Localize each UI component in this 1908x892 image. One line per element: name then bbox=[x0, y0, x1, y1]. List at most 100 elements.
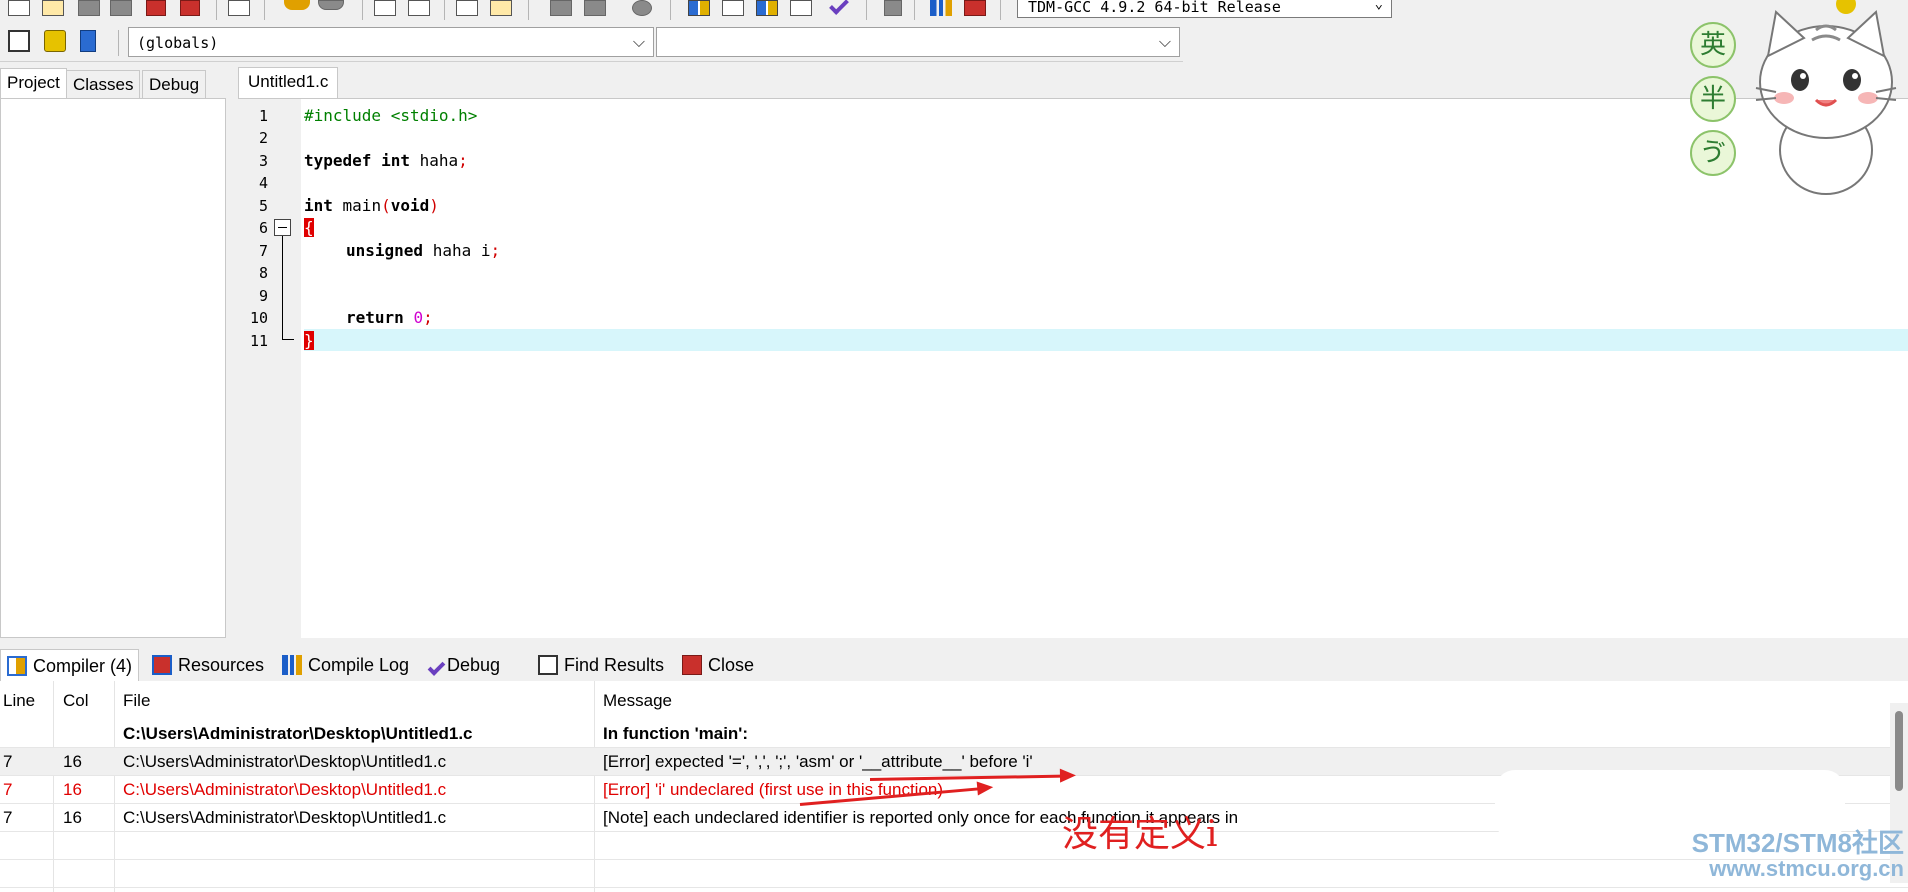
tab-debug[interactable]: Debug bbox=[142, 70, 207, 98]
code-line-10: return 0; bbox=[346, 308, 433, 327]
tab-classes[interactable]: Classes bbox=[66, 70, 141, 98]
line-number: 5 bbox=[258, 197, 268, 215]
unindent-icon[interactable] bbox=[584, 0, 606, 16]
cell-file: C:\Users\Administrator\Desktop\Untitled1… bbox=[123, 808, 447, 827]
close-icon bbox=[682, 655, 702, 675]
line-number: 8 bbox=[258, 264, 268, 282]
keyword: void bbox=[390, 196, 430, 215]
matched-brace: } bbox=[304, 331, 314, 350]
editor-tab-untitled1[interactable]: Untitled1.c bbox=[238, 67, 339, 99]
identifier: main bbox=[332, 196, 382, 215]
line-number: 1 bbox=[258, 107, 268, 125]
code-line-3: typedef int haha; bbox=[304, 151, 468, 170]
stop-icon[interactable] bbox=[884, 0, 902, 16]
cell-col: 16 bbox=[63, 780, 82, 799]
chevron-down-icon: ⌵ bbox=[1158, 32, 1171, 51]
compiler-select[interactable]: TDM-GCC 4.9.2 64-bit Release ⌄ bbox=[1017, 0, 1392, 18]
tile-icon[interactable] bbox=[756, 0, 778, 16]
layout-icon[interactable] bbox=[688, 0, 710, 16]
cell-col: 16 bbox=[63, 808, 82, 827]
profile-icon[interactable] bbox=[930, 0, 952, 16]
tab-compile-log-label: Compile Log bbox=[308, 655, 410, 675]
save-all-icon[interactable] bbox=[110, 0, 132, 16]
mascot-sticker: 英 半 ゔ bbox=[1690, 0, 1908, 200]
column-header-file[interactable]: File bbox=[123, 691, 150, 711]
cell-message: [Error] expected '=', ',', ';', 'asm' or… bbox=[603, 752, 1033, 771]
column-header-col[interactable]: Col bbox=[63, 691, 89, 711]
find-icon[interactable] bbox=[374, 0, 396, 16]
line-number: 4 bbox=[258, 174, 268, 192]
save-icon[interactable] bbox=[78, 0, 100, 16]
goto-icon[interactable] bbox=[456, 0, 478, 16]
line-number: 3 bbox=[258, 152, 268, 170]
code-editor[interactable]: 1 2 3 4 5 6 7 8 9 10 11 #include <stdio.… bbox=[238, 98, 1908, 639]
close-all-icon[interactable] bbox=[180, 0, 200, 16]
column-header-message[interactable]: Message bbox=[603, 691, 672, 711]
punctuation: ( bbox=[381, 196, 391, 215]
tab-debug-output[interactable]: Debug bbox=[426, 649, 506, 681]
project-panel[interactable] bbox=[0, 98, 226, 638]
close-file-icon[interactable] bbox=[146, 0, 166, 16]
bookmark-icon[interactable] bbox=[490, 0, 512, 16]
scrollbar-thumb[interactable] bbox=[1895, 711, 1903, 791]
indent-icon[interactable] bbox=[550, 0, 572, 16]
toggle-comment-icon[interactable] bbox=[632, 0, 652, 16]
member-select[interactable]: ⌵ bbox=[656, 27, 1180, 57]
check-icon bbox=[427, 658, 446, 676]
cell-file: C:\Users\Administrator\Desktop\Untitled1… bbox=[123, 780, 447, 799]
keyword: unsigned bbox=[346, 241, 424, 260]
check-syntax-icon[interactable] bbox=[829, 0, 849, 15]
new-file-icon[interactable] bbox=[8, 0, 30, 16]
delete-profile-icon[interactable] bbox=[964, 0, 986, 16]
site-watermark: STM32/STM8社区 www.stmcu.org.cn bbox=[1672, 830, 1904, 882]
line-number-gutter: 1 2 3 4 5 6 7 8 9 10 11 bbox=[238, 99, 301, 639]
line-number: 9 bbox=[258, 287, 268, 305]
bar-chart-icon bbox=[282, 655, 302, 675]
code-line-7: unsigned haha i; bbox=[346, 241, 500, 260]
line-number: 2 bbox=[258, 129, 268, 147]
undo-icon[interactable] bbox=[284, 0, 310, 10]
line-number: 11 bbox=[249, 332, 268, 350]
column-header-line[interactable]: Line bbox=[3, 691, 35, 711]
tab-debug-label: Debug bbox=[447, 655, 501, 675]
tab-resources-label: Resources bbox=[178, 655, 265, 675]
punctuation: ; bbox=[490, 241, 501, 260]
insert-icon[interactable] bbox=[8, 30, 30, 52]
tab-project[interactable]: Project bbox=[0, 68, 67, 98]
code-line-1: #include <stdio.h> bbox=[304, 106, 477, 125]
keyword: typedef int bbox=[304, 151, 410, 170]
fold-toggle-icon[interactable] bbox=[274, 219, 291, 236]
tab-resources[interactable]: Resources bbox=[146, 649, 270, 681]
punctuation: ; bbox=[458, 151, 468, 170]
table-row[interactable] bbox=[0, 860, 1908, 888]
table-row[interactable]: C:\Users\Administrator\Desktop\Untitled1… bbox=[0, 720, 1908, 748]
cell-message: In function 'main': bbox=[603, 724, 749, 743]
tab-compiler[interactable]: Compiler (4) bbox=[0, 649, 140, 681]
replace-icon[interactable] bbox=[408, 0, 430, 16]
fold-guide bbox=[282, 236, 283, 340]
redo-icon[interactable] bbox=[318, 0, 344, 10]
tab-find-results[interactable]: Find Results bbox=[532, 649, 670, 681]
watermark-line2: www.stmcu.org.cn bbox=[1709, 856, 1904, 881]
mascot-badge: ゔ bbox=[1690, 130, 1736, 176]
tab-compile-log[interactable]: Compile Log bbox=[276, 649, 415, 681]
punctuation: ; bbox=[423, 308, 433, 327]
resources-icon bbox=[152, 655, 172, 675]
print-icon[interactable] bbox=[228, 0, 250, 16]
find-results-icon bbox=[538, 655, 558, 675]
grid-icon[interactable] bbox=[790, 0, 812, 16]
cell-file: C:\Users\Administrator\Desktop\Untitled1… bbox=[123, 752, 447, 771]
cell-line: 7 bbox=[3, 752, 13, 771]
scope-select[interactable]: (globals) ⌵ bbox=[128, 27, 654, 57]
open-file-icon[interactable] bbox=[42, 0, 64, 16]
compiler-value: TDM-GCC 4.9.2 64-bit Release bbox=[1028, 0, 1281, 16]
window-icon[interactable] bbox=[722, 0, 744, 16]
cat-mascot-icon bbox=[1755, 0, 1897, 195]
keyword: return bbox=[346, 308, 404, 327]
add-bookmark-icon[interactable] bbox=[44, 30, 66, 52]
identifier: haha i bbox=[423, 241, 491, 260]
goto-bookmark-icon[interactable] bbox=[80, 30, 96, 52]
current-line-highlight bbox=[304, 329, 1908, 351]
tab-close[interactable]: Close bbox=[676, 649, 760, 681]
code-line-6: { bbox=[304, 218, 314, 237]
